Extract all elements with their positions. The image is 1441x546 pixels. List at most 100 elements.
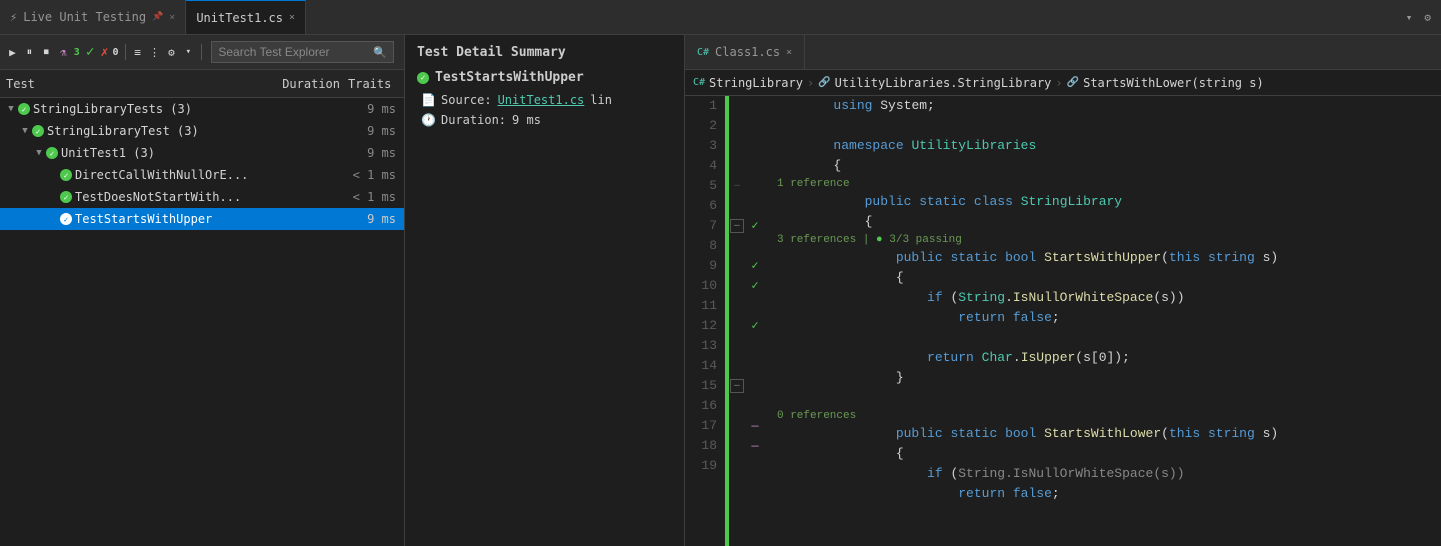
tab-settings-btn[interactable]: ⚙	[1420, 9, 1435, 26]
detail-status-icon: ✓	[417, 72, 429, 84]
editor-tab-bar: C# Class1.cs ×	[685, 35, 1441, 70]
clock-icon: 🕐	[421, 113, 435, 127]
pass-check-7: ✓	[751, 216, 758, 236]
breadcrumb-ns-icon: 🔗	[818, 77, 830, 88]
ln-14: 14	[685, 356, 717, 376]
ind-12: ✓	[745, 316, 765, 336]
status-t2: ✓	[60, 191, 72, 203]
group-by-btn[interactable]: ≡	[131, 41, 144, 63]
code-area: 1 2 3 4 5 6 7 8 9 10 11 12 13 14 15 16 1…	[685, 96, 1441, 546]
test-explorer-toolbar: ▶ ⏸ ⏹ ⚗ 3 ✓ ✗ 0 ≡ ⋮ ⚙ ▾ 🔍	[0, 35, 404, 70]
close-live-unit-tab[interactable]: ×	[169, 12, 175, 23]
ind-4	[745, 156, 765, 176]
ind-19	[745, 456, 765, 476]
duration-label: Duration:	[441, 113, 506, 127]
fold-7[interactable]: ─	[730, 219, 744, 233]
pause-btn[interactable]: ⏸	[23, 41, 36, 63]
close-unittest1-tab[interactable]: ×	[289, 12, 295, 23]
search-icon: 🔍	[373, 46, 387, 59]
code-line-6: {	[771, 212, 1441, 232]
ln-12: 12	[685, 316, 717, 336]
item-duration-t2: < 1 ms	[344, 190, 404, 204]
editor-tab-class1[interactable]: C# Class1.cs ×	[685, 35, 805, 69]
col-2	[729, 116, 745, 136]
main-layout: ▶ ⏸ ⏹ ⚗ 3 ✓ ✗ 0 ≡ ⋮ ⚙ ▾ 🔍 Test Duration …	[0, 35, 1441, 546]
search-input[interactable]	[218, 45, 373, 59]
source-link[interactable]: UnitTest1.cs	[498, 93, 585, 107]
settings-dropdown-btn[interactable]: ▾	[182, 41, 195, 63]
ind-8	[745, 236, 765, 256]
stop-btn[interactable]: ⏹	[40, 41, 53, 63]
tree-item-l2[interactable]: ▼ ✓ UnitTest1 (3) 9 ms	[0, 142, 404, 164]
ref-info-7: 3 references | ● 3/3 passing	[771, 232, 1441, 248]
col-header-traits: Traits	[348, 77, 398, 91]
line-numbers: 1 2 3 4 5 6 7 8 9 10 11 12 13 14 15 16 1…	[685, 96, 725, 546]
code-line-16: {	[771, 444, 1441, 464]
ind-13	[745, 336, 765, 356]
col-11	[729, 296, 745, 316]
code-line-14	[771, 388, 1441, 408]
ln-18: 18	[685, 436, 717, 456]
code-line-9: if (String.IsNullOrWhiteSpace(s))	[771, 288, 1441, 308]
tree-item-root[interactable]: ▼ ✓ StringLibraryTests (3) 9 ms	[0, 98, 404, 120]
tree-item-t2[interactable]: ✓ TestDoesNotStartWith... < 1 ms	[0, 186, 404, 208]
ind-6	[745, 196, 765, 216]
settings-btn[interactable]: ⚙	[165, 41, 178, 63]
status-root: ✓	[18, 103, 30, 115]
col-13	[729, 336, 745, 356]
flask-icon: ⚗	[57, 41, 70, 63]
item-name-t1: DirectCallWithNullOrE...	[72, 168, 344, 182]
col-3	[729, 136, 745, 156]
ln-1: 1	[685, 96, 717, 116]
item-name-t3: TestStartsWithUpper	[72, 212, 344, 226]
ind-3	[745, 136, 765, 156]
tree-item-l1[interactable]: ▼ ✓ StringLibraryTest (3) 9 ms	[0, 120, 404, 142]
detail-duration-row: 🕐 Duration: 9 ms	[417, 113, 672, 127]
col-19	[729, 456, 745, 476]
tab-dropdown-btn[interactable]: ▾	[1402, 9, 1417, 26]
code-line-5: public static class StringLibrary	[771, 192, 1441, 212]
ln-8: 8	[685, 236, 717, 256]
toolbar-sep1	[125, 44, 126, 60]
tab-unittest1[interactable]: UnitTest1.cs ×	[186, 0, 306, 34]
tree-item-t3[interactable]: ✓ TestStartsWithUpper 9 ms	[0, 208, 404, 230]
breadcrumb-class[interactable]: StringLibrary	[709, 76, 803, 90]
code-editor: C# Class1.cs × C# StringLibrary › 🔗 Util…	[685, 35, 1441, 546]
hierarchy-btn[interactable]: ⋮	[148, 41, 161, 63]
tab-live-unit-testing[interactable]: ⚡ Live Unit Testing 📌 ×	[0, 0, 186, 34]
code-line-1: using System;	[771, 96, 1441, 116]
editor-tab-label: Class1.cs	[715, 45, 780, 59]
fold-15[interactable]: ─	[730, 379, 744, 393]
ind-17: —	[745, 416, 765, 436]
item-name-l1: StringLibraryTest (3)	[44, 124, 344, 138]
close-class1-tab[interactable]: ×	[786, 47, 792, 58]
code-line-7: public static bool StartsWithUpper(this …	[771, 248, 1441, 268]
code-line-17: 💡 if (String.IsNullOrWhiteSpace(s))	[771, 464, 1441, 484]
pass-check-12: ✓	[751, 316, 758, 336]
ln-6: 6	[685, 196, 717, 216]
breadcrumb-method[interactable]: StartsWithLower(string s)	[1083, 76, 1264, 90]
ln-15: 15	[685, 376, 717, 396]
code-line-11	[771, 328, 1441, 348]
code-line-8: {	[771, 268, 1441, 288]
ln-4: 4	[685, 156, 717, 176]
code-line-3: namespace UtilityLibraries	[771, 136, 1441, 156]
col-5: ─	[729, 176, 745, 196]
col-15[interactable]: ─	[729, 376, 745, 396]
breadcrumb-method-icon: 🔗	[1067, 77, 1079, 88]
pass-check-10: ✓	[751, 276, 758, 296]
editor-tab-cs-icon: C#	[697, 47, 709, 58]
breadcrumb-sep1: ›	[807, 76, 814, 90]
col-18	[729, 436, 745, 456]
col-7[interactable]: ─	[729, 216, 745, 236]
ind-5	[745, 176, 765, 196]
breadcrumb-namespace[interactable]: UtilityLibraries.StringLibrary	[835, 76, 1052, 90]
tree-item-t1[interactable]: ✓ DirectCallWithNullOrE... < 1 ms	[0, 164, 404, 186]
status-t3: ✓	[60, 213, 72, 225]
play-btn[interactable]: ▶	[6, 41, 19, 63]
test-explorer-panel: ▶ ⏸ ⏹ ⚗ 3 ✓ ✗ 0 ≡ ⋮ ⚙ ▾ 🔍 Test Duration …	[0, 35, 405, 546]
code-line-2	[771, 116, 1441, 136]
ln-3: 3	[685, 136, 717, 156]
chevron-l2: ▼	[32, 148, 46, 158]
ind-10: ✓	[745, 276, 765, 296]
